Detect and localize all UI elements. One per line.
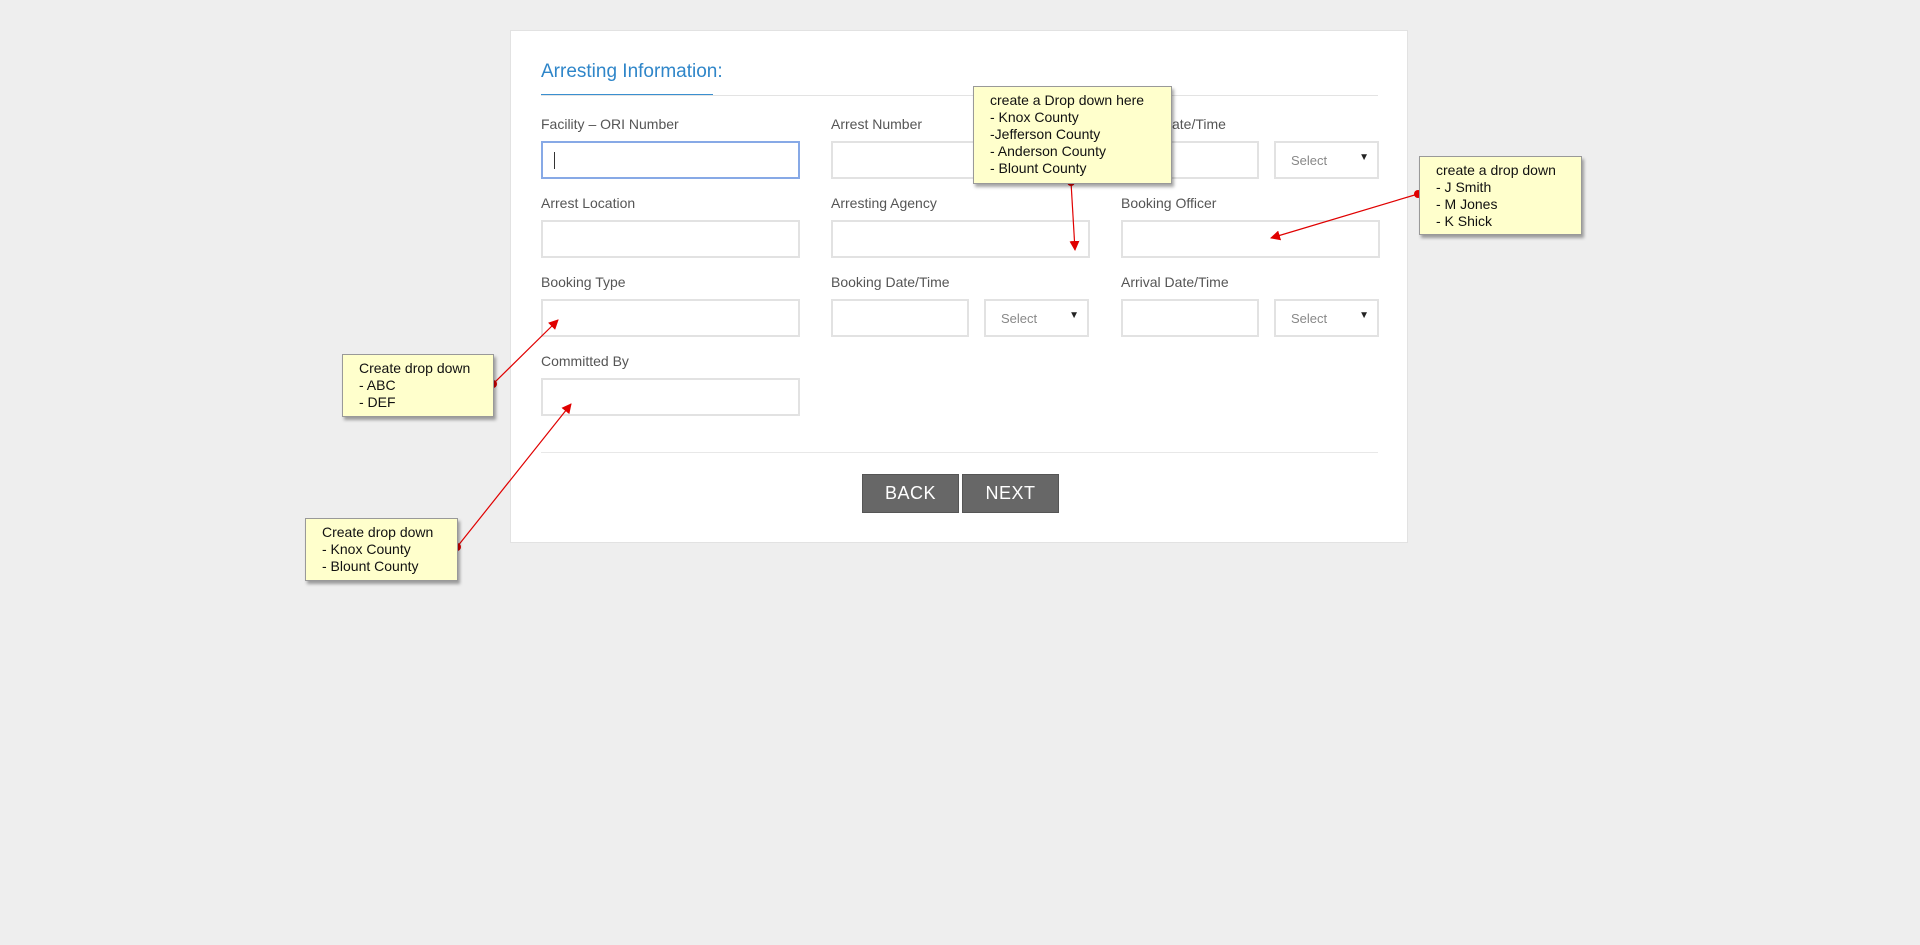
note-line: - DEF: [359, 394, 396, 410]
committed-by-dropdown-note: Create drop down - Knox County - Blount …: [305, 518, 458, 581]
annotation-arrows: [453, 178, 1422, 551]
committed-by-arrow: [456, 403, 572, 548]
officer-dropdown-note: create a drop down - J Smith - M Jones -…: [1419, 156, 1582, 235]
note-line: - Knox County: [322, 541, 411, 557]
note-line: -Jefferson County: [990, 126, 1101, 142]
note-line: - J Smith: [1436, 179, 1492, 195]
agency-dropdown-note: create a Drop down here - Knox County -J…: [973, 86, 1172, 184]
agency-arrow: [1069, 181, 1080, 251]
note-line: Create drop down: [359, 360, 471, 376]
booking-type-arrow: [492, 319, 559, 385]
officer-arrow: [1270, 193, 1419, 241]
note-line: - ABC: [359, 377, 396, 393]
booking-type-dropdown-note: Create drop down - ABC - DEF: [342, 354, 494, 417]
note-line: - Anderson County: [990, 143, 1106, 159]
note-line: - Blount County: [990, 160, 1087, 176]
note-line: Create drop down: [322, 524, 434, 540]
note-line: - Knox County: [990, 109, 1079, 125]
note-line: - M Jones: [1436, 196, 1498, 212]
note-line: create a Drop down here: [990, 92, 1145, 108]
note-line: create a drop down: [1436, 162, 1556, 178]
note-line: - Blount County: [322, 558, 419, 574]
note-line: - K Shick: [1436, 213, 1493, 229]
